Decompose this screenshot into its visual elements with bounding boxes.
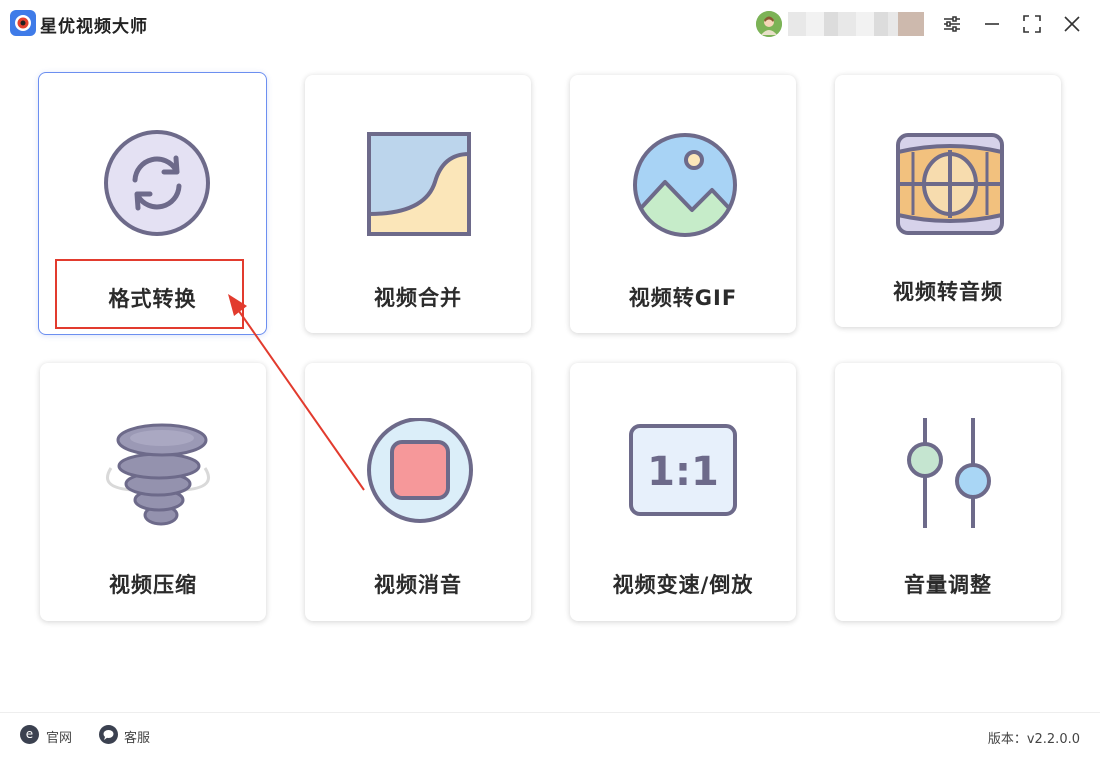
- card-label: 视频消音: [374, 573, 462, 597]
- user-avatar[interactable]: [756, 11, 782, 37]
- title-bar: 星优视频大师: [0, 0, 1100, 48]
- card-label: 视频转GIF: [628, 286, 738, 310]
- card-label: 视频压缩: [109, 573, 197, 597]
- app-window: 星优视频大师 格式转换 视频合并 视频转GIF 视频转音频 视频压缩 视频消音 …: [0, 0, 1100, 760]
- app-logo-icon: [10, 10, 36, 36]
- card-label: 音量调整: [904, 573, 992, 597]
- card-label: 视频转音频: [893, 280, 1003, 304]
- video-speed-icon: 1:1: [628, 418, 740, 528]
- card-video-to-gif[interactable]: 视频转GIF: [570, 75, 796, 333]
- website-link[interactable]: 官网: [46, 727, 72, 746]
- website-icon[interactable]: e: [20, 725, 39, 744]
- svg-text:1:1: 1:1: [647, 449, 719, 495]
- footer: e 官网 客服 版本：v2.2.0.0: [0, 712, 1100, 760]
- card-format-convert[interactable]: 格式转换: [38, 72, 267, 335]
- card-video-to-audio[interactable]: 视频转音频: [835, 75, 1061, 327]
- video-to-gif-icon: [630, 130, 740, 240]
- card-video-merge[interactable]: 视频合并: [305, 75, 531, 333]
- video-mute-icon: [365, 417, 475, 528]
- minimize-icon[interactable]: [980, 12, 1004, 36]
- version-label: 版本：v2.2.0.0: [987, 732, 1080, 747]
- card-video-speed[interactable]: 1:1 视频变速/倒放: [570, 363, 796, 621]
- card-label: 视频变速/倒放: [612, 573, 754, 597]
- close-icon[interactable]: [1060, 12, 1084, 36]
- format-convert-icon: [102, 128, 212, 238]
- maximize-icon[interactable]: [1020, 12, 1044, 36]
- card-video-mute[interactable]: 视频消音: [305, 363, 531, 621]
- video-to-audio-icon: [895, 130, 1005, 240]
- card-label: 格式转换: [108, 287, 197, 311]
- app-title: 星优视频大师: [40, 17, 148, 37]
- settings-icon[interactable]: [940, 12, 964, 36]
- card-volume-adjust[interactable]: 音量调整: [835, 363, 1061, 621]
- volume-adjust-icon: [895, 418, 1005, 528]
- video-compress-icon: [103, 418, 213, 528]
- chat-support-icon[interactable]: [99, 725, 118, 744]
- video-merge-icon: [365, 130, 475, 240]
- card-video-compress[interactable]: 视频压缩: [40, 363, 266, 621]
- card-label: 视频合并: [374, 286, 462, 310]
- user-name-blurred[interactable]: [788, 12, 924, 36]
- support-link[interactable]: 客服: [124, 727, 150, 746]
